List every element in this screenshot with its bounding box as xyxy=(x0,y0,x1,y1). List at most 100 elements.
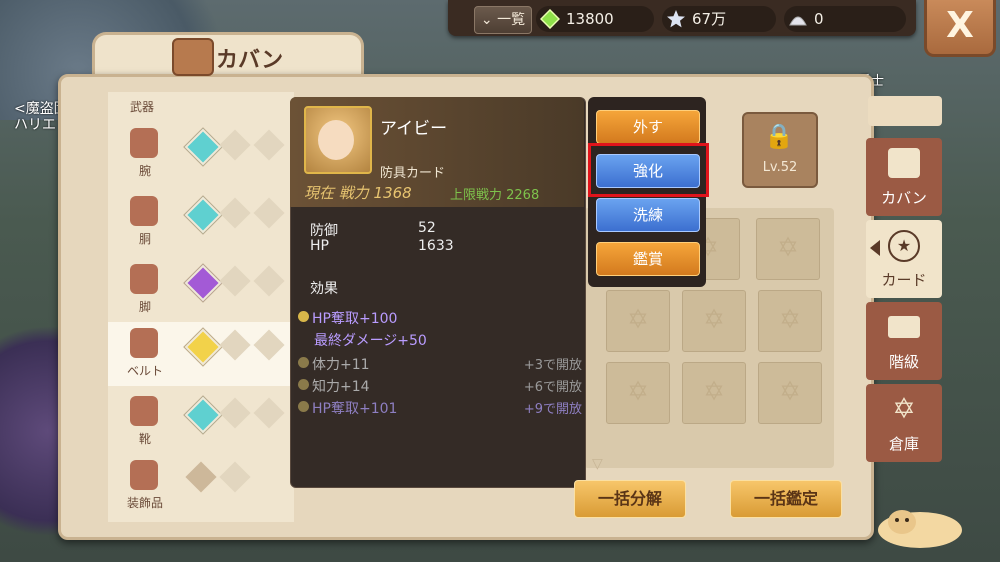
right-tab-header xyxy=(868,96,942,126)
stat-value: 1633 xyxy=(418,238,454,254)
effect-bullet-icon xyxy=(298,311,309,322)
panel-title: カバン xyxy=(216,48,284,73)
card-cell[interactable] xyxy=(758,362,822,424)
card-gem-icon[interactable] xyxy=(184,328,222,366)
gem-currency: 13800 xyxy=(536,6,654,32)
empty-card-slot[interactable] xyxy=(185,461,217,493)
empty-card-slot[interactable] xyxy=(219,197,251,229)
scroll-down-indicator-icon[interactable]: ▽ xyxy=(592,456,603,472)
lock-icon: 🔒 xyxy=(764,122,794,150)
effect-item: 体力+11 xyxy=(298,354,370,374)
card-gem-icon[interactable] xyxy=(184,264,222,302)
empty-card-slot[interactable] xyxy=(253,197,285,229)
empty-card-slot[interactable] xyxy=(253,129,285,161)
hexagram-icon: ✡ xyxy=(892,392,916,425)
mascot-icon xyxy=(878,510,962,548)
effect-item: HP奪取+101 xyxy=(298,398,397,418)
card-name: アイビー xyxy=(380,119,448,139)
card-gem-icon[interactable] xyxy=(184,128,222,166)
slot-accessory[interactable]: 装飾品 xyxy=(108,454,290,518)
star-currency: 67万 xyxy=(662,6,776,32)
slot-legs[interactable]: 脚 xyxy=(108,258,290,322)
active-tab-arrow-icon xyxy=(870,240,880,256)
effect-unlock-req: +6で開放 xyxy=(523,380,582,395)
tab-storage[interactable]: ✡ 倉庫 xyxy=(866,384,942,462)
effect-item: 知力+14 xyxy=(298,376,370,396)
glove-icon xyxy=(130,128,158,158)
current-power: 現在 戦力 1368 xyxy=(304,184,412,202)
empty-card-slot[interactable] xyxy=(219,265,251,297)
stat-value: 52 xyxy=(418,220,436,236)
close-button[interactable]: X xyxy=(924,0,996,57)
slot-label: 装飾品 xyxy=(126,496,163,510)
stat-key: HP xyxy=(310,238,329,254)
effect-bullet-icon xyxy=(298,357,309,368)
empty-card-slot[interactable] xyxy=(219,129,251,161)
earring-icon xyxy=(130,460,158,490)
empty-card-slot[interactable] xyxy=(219,461,251,493)
appraise-button[interactable]: 鑑賞 xyxy=(596,242,700,276)
stat-key: 防御 xyxy=(310,223,338,239)
slot-label: 靴 xyxy=(138,432,151,446)
bag-icon xyxy=(888,148,920,178)
shell-currency: 0 xyxy=(784,6,906,32)
card-cell[interactable] xyxy=(682,362,746,424)
empty-card-slot[interactable] xyxy=(219,397,251,429)
bulk-disassemble-button[interactable]: 一括分解 xyxy=(574,480,686,518)
slot-belt[interactable]: ベルト xyxy=(108,322,290,386)
tab-label: 倉庫 xyxy=(888,435,919,453)
effect-item: HP奪取+100 xyxy=(298,308,397,328)
empty-card-slot[interactable] xyxy=(253,397,285,429)
chevron-down-icon: ⌄ xyxy=(480,12,493,28)
slot-arm[interactable]: 腕 xyxy=(108,122,290,186)
list-button-label: 一覧 xyxy=(497,12,526,28)
effect-bullet-icon xyxy=(298,379,309,390)
star-value: 67万 xyxy=(692,10,727,28)
list-button[interactable]: ⌄ 一覧 xyxy=(474,6,532,34)
bulk-appraise-button[interactable]: 一括鑑定 xyxy=(730,480,842,518)
effect-item: 最終ダメージ+50 xyxy=(314,333,427,349)
slot-label: ベルト xyxy=(126,364,163,378)
lock-level: Lv.52 xyxy=(762,160,798,175)
effect-bullet-icon xyxy=(298,401,309,412)
pants-icon xyxy=(130,264,158,294)
gem-icon xyxy=(540,9,560,29)
empty-card-slot[interactable] xyxy=(253,329,285,361)
armor-icon xyxy=(130,196,158,226)
tab-card[interactable]: ★ カード xyxy=(866,220,942,298)
card-type: 防具カード xyxy=(380,166,446,181)
card-gem-icon[interactable] xyxy=(184,196,222,234)
shell-value: 0 xyxy=(814,10,824,28)
slot-label: 脚 xyxy=(138,300,151,314)
max-power: 上限戦力 2268 xyxy=(450,188,540,203)
npc-label-2: ハリエ xyxy=(14,117,56,133)
card-cell[interactable] xyxy=(606,362,670,424)
bag-icon xyxy=(172,38,214,76)
remove-button[interactable]: 外す xyxy=(596,110,700,144)
highlight-box xyxy=(588,143,709,197)
scroll-icon xyxy=(888,316,920,338)
empty-card-slot[interactable] xyxy=(253,265,285,297)
card-cell[interactable] xyxy=(606,290,670,352)
card-cell[interactable] xyxy=(756,218,820,280)
slot-label: 胴 xyxy=(138,232,151,246)
gem-value: 13800 xyxy=(566,10,614,28)
refine-button[interactable]: 洗練 xyxy=(596,198,700,232)
slot-label: 腕 xyxy=(138,164,151,178)
close-icon: X xyxy=(946,5,974,46)
tab-bag[interactable]: カバン xyxy=(866,138,942,216)
boot-icon xyxy=(130,396,158,426)
card-gem-icon[interactable] xyxy=(184,396,222,434)
weapon-label: 武器 xyxy=(130,100,155,114)
card-cell[interactable] xyxy=(758,290,822,352)
character-face-icon xyxy=(318,120,354,160)
empty-card-slot[interactable] xyxy=(219,329,251,361)
belt-icon xyxy=(130,328,158,358)
slot-shoes[interactable]: 靴 xyxy=(108,390,290,454)
star-badge-icon: ★ xyxy=(888,230,920,262)
tab-rank[interactable]: 階級 xyxy=(866,302,942,380)
tab-label: 階級 xyxy=(888,353,919,371)
shell-icon xyxy=(789,16,807,26)
slot-body[interactable]: 胴 xyxy=(108,190,290,254)
card-cell[interactable] xyxy=(682,290,746,352)
